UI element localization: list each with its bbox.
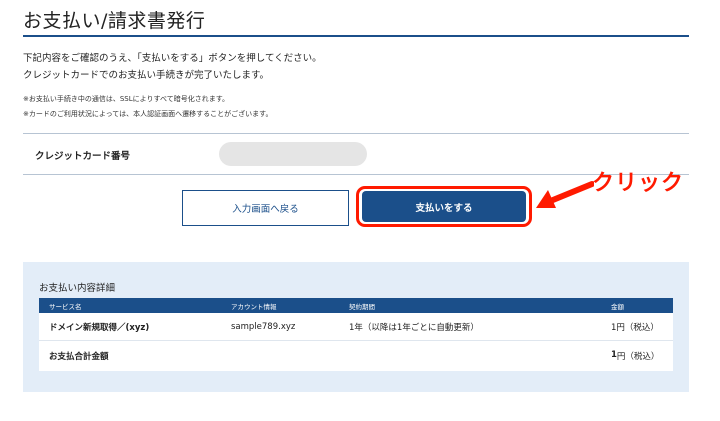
intro-text: 下記内容をご確認のうえ、「支払いをする」ボタンを押してください。 クレジットカー… — [23, 50, 322, 84]
contract-period: 1年（以降は1年ごとに自動更新） — [349, 322, 479, 333]
total-amount: 1 円（税込） — [611, 350, 673, 362]
click-annotation: クリック — [592, 171, 685, 196]
credit-card-label: クレジットカード番号 — [35, 151, 131, 162]
intro-line-1: 下記内容をご確認のうえ、「支払いをする」ボタンを押してください。 — [23, 53, 322, 64]
credit-card-row: クレジットカード番号 — [23, 133, 689, 175]
service-name: ドメイン新規取得／(xyz) — [49, 322, 150, 333]
ssl-note: ※お支払い手続き中の通信は、SSLによりすべて暗号化されます。 — [23, 95, 230, 103]
header-account: アカウント情報 — [231, 302, 277, 311]
total-label: お支払合計金額 — [49, 352, 109, 362]
table-row: ドメイン新規取得／(xyz) sample789.xyz 1年（以降は1年ごとに… — [39, 313, 673, 341]
title-divider — [23, 35, 689, 37]
auth-note: ※カードのご利用状況によっては、本人認証画面へ遷移することがございます。 — [23, 110, 273, 118]
payment-details-title: お支払い内容詳細 — [39, 283, 116, 294]
header-service: サービス名 — [49, 302, 82, 311]
table-header: サービス名 アカウント情報 契約期間 金額 — [39, 298, 673, 313]
notes: ※お支払い手続き中の通信は、SSLによりすべて暗号化されます。 ※カードのご利用… — [23, 92, 272, 122]
back-to-input-button[interactable]: 入力画面へ戻る — [182, 190, 349, 226]
header-period: 契約期間 — [349, 302, 375, 311]
total-row: お支払合計金額 1 円（税込） — [39, 341, 673, 371]
credit-card-number-masked — [219, 142, 367, 166]
total-amount-suffix: 円（税込） — [616, 352, 660, 362]
pay-button[interactable]: 支払いをする — [362, 191, 526, 222]
payment-details-panel: お支払い内容詳細 サービス名 アカウント情報 契約期間 金額 ドメイン新規取得／… — [23, 262, 689, 392]
payment-details-table: サービス名 アカウント情報 契約期間 金額 ドメイン新規取得／(xyz) sam… — [39, 298, 673, 371]
account-info: sample789.xyz — [231, 321, 296, 332]
arrow-left-icon — [536, 181, 594, 208]
page-title: お支払い/請求書発行 — [23, 10, 206, 32]
amount: 1円（税込） — [611, 322, 659, 333]
intro-line-2: クレジットカードでのお支払い手続きが完了いたします。 — [23, 70, 270, 81]
header-amount: 金額 — [611, 302, 624, 311]
